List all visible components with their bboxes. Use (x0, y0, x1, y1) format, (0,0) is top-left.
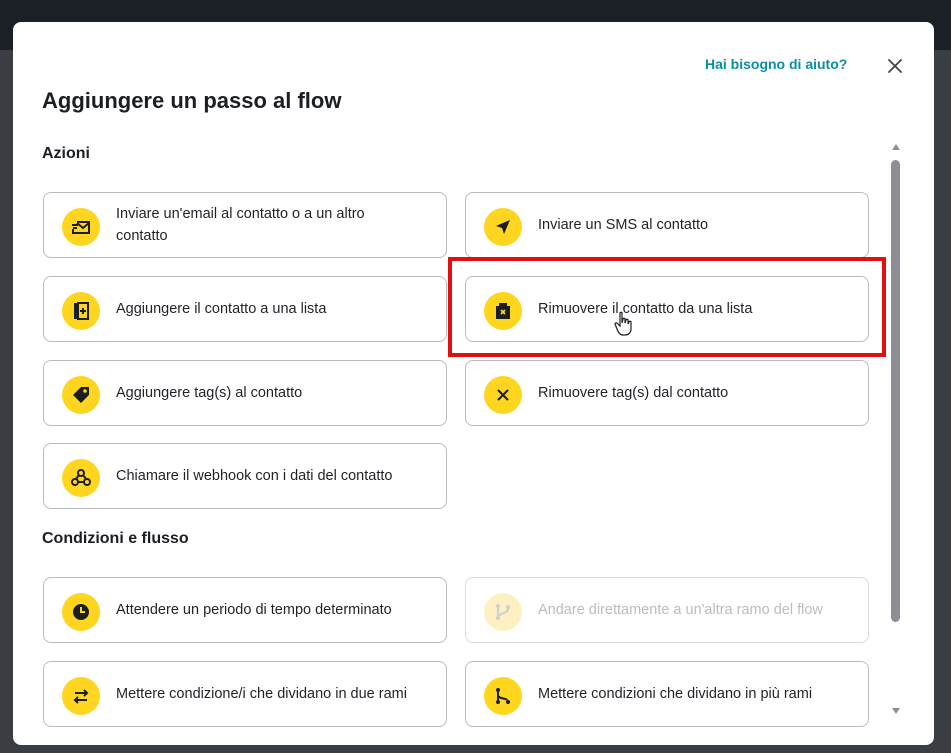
action-label: Rimuovere tag(s) dal contatto (538, 385, 729, 401)
action-label: Rimuovere il contatto da una lista (538, 301, 753, 317)
action-label: Aggiungere il contatto a una lista (116, 301, 327, 317)
scrollbar[interactable] (889, 144, 903, 718)
condition-wait-period[interactable]: Attendere un periodo di tempo determinat… (43, 577, 447, 643)
email-send-icon (62, 208, 100, 246)
tag-icon (62, 376, 100, 414)
condition-split-two[interactable]: Mettere condizione/i che dividano in due… (43, 661, 447, 727)
action-add-to-list[interactable]: Aggiungere il contatto a una lista (43, 276, 447, 342)
action-send-email[interactable]: Inviare un'email al contatto o a un altr… (43, 192, 447, 258)
scroll-down-arrow-icon[interactable] (892, 708, 900, 714)
section-title-actions: Azioni (42, 145, 90, 162)
x-icon (484, 376, 522, 414)
condition-label: Mettere condizioni che dividano in più r… (538, 686, 813, 702)
condition-goto-branch: Andare direttamente a un'altra ramo del … (465, 577, 869, 643)
action-label: Chiamare il webhook con i dati del conta… (116, 468, 393, 484)
action-label: Aggiungere tag(s) al contatto (116, 385, 303, 401)
list-remove-icon (484, 292, 522, 330)
add-step-modal: Hai bisogno di aiuto? Aggiungere un pass… (13, 22, 934, 745)
section-title-conditions: Condizioni e flusso (42, 530, 189, 547)
condition-label: Mettere condizione/i che dividano in due… (116, 686, 407, 702)
webhook-icon (62, 459, 100, 497)
list-add-icon (62, 292, 100, 330)
branch-icon (484, 593, 522, 631)
action-remove-tags[interactable]: Rimuovere tag(s) dal contatto (465, 360, 869, 426)
condition-split-multi[interactable]: Mettere condizioni che dividano in più r… (465, 661, 869, 727)
action-remove-from-list[interactable]: Rimuovere il contatto da una lista (465, 276, 869, 342)
clock-icon (62, 593, 100, 631)
condition-label: Attendere un periodo di tempo determinat… (116, 602, 392, 618)
arrows-swap-icon (62, 677, 100, 715)
action-add-tags[interactable]: Aggiungere tag(s) al contatto (43, 360, 447, 426)
condition-label: Andare direttamente a un'altra ramo del … (538, 602, 823, 618)
scroll-up-arrow-icon[interactable] (892, 144, 900, 150)
paper-plane-icon (484, 208, 522, 246)
action-label: Inviare un'email al contatto o a un altr… (116, 206, 365, 244)
scroll-thumb[interactable] (891, 160, 900, 622)
action-send-sms[interactable]: Inviare un SMS al contatto (465, 192, 869, 258)
action-label: Inviare un SMS al contatto (538, 217, 709, 233)
steps-scroll-area: Azioni Inviare un'email al contatto o a … (13, 22, 893, 727)
multi-branch-icon (484, 677, 522, 715)
action-call-webhook[interactable]: Chiamare il webhook con i dati del conta… (43, 443, 447, 509)
